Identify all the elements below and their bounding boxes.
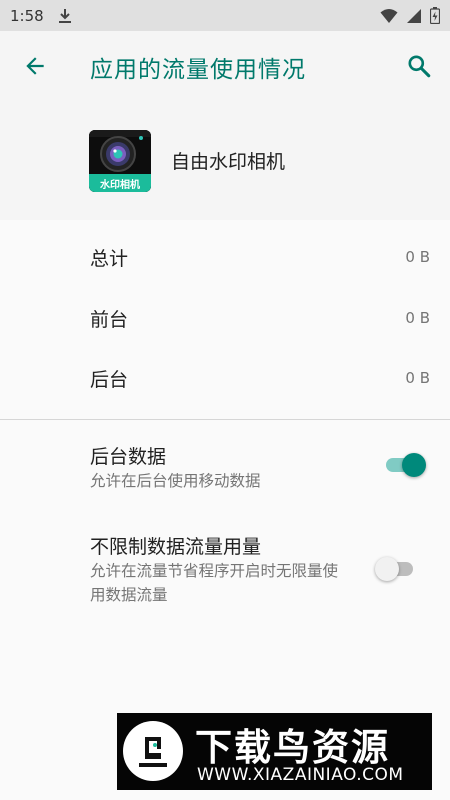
wifi-icon [380, 8, 398, 23]
signal-icon [407, 8, 421, 23]
app-icon: 水印相机 [89, 130, 151, 192]
status-bar: 1:58 [0, 0, 450, 31]
status-right [380, 7, 440, 24]
app-bar: 应用的流量使用情况 [0, 31, 450, 101]
page-title: 应用的流量使用情况 [90, 57, 306, 83]
status-left: 1:58 [10, 7, 72, 25]
setting-subtitle: 允许在后台使用移动数据 [90, 472, 261, 490]
switch-thumb [402, 453, 426, 477]
usage-row-total: 总计 0 B [0, 224, 450, 284]
app-header: 水印相机 自由水印相机 [0, 101, 450, 220]
unrestricted-data-switch[interactable] [375, 556, 421, 582]
setting-title: 不限制数据流量用量 [90, 536, 262, 558]
app-name: 自由水印相机 [171, 151, 286, 173]
battery-icon [430, 7, 440, 24]
divider [0, 419, 450, 420]
usage-value: 0 B [405, 248, 430, 266]
watermark-banner: 下载鸟资源 WWW.XIAZAINIAO.COM [117, 713, 432, 790]
watermark-url: WWW.XIAZAINIAO.COM [197, 765, 404, 785]
status-time: 1:58 [10, 6, 44, 25]
setting-background-data[interactable]: 后台数据 允许在后台使用移动数据 [0, 434, 450, 504]
usage-value: 0 B [405, 309, 430, 327]
download-icon [58, 8, 71, 23]
usage-row-background: 后台 0 B [0, 345, 450, 405]
setting-title: 后台数据 [90, 446, 167, 468]
usage-row-foreground: 前台 0 B [0, 285, 450, 345]
usage-label: 后台 [90, 369, 129, 391]
app-icon-label: 水印相机 [100, 180, 140, 191]
bird-logo-icon [123, 721, 183, 781]
usage-label: 总计 [90, 248, 129, 270]
arrow-back-icon[interactable] [22, 53, 48, 79]
setting-subtitle: 允许在流量节省程序开启时无限量使用数据流量 [90, 562, 339, 604]
usage-label: 前台 [90, 309, 129, 331]
search-icon[interactable] [406, 53, 432, 79]
usage-value: 0 B [405, 369, 430, 387]
switch-thumb [375, 557, 399, 581]
background-data-switch[interactable] [384, 452, 428, 478]
setting-unrestricted-data[interactable]: 不限制数据流量用量 允许在流量节省程序开启时无限量使用数据流量 [0, 524, 450, 614]
watermark-title: 下载鸟资源 [195, 726, 390, 769]
